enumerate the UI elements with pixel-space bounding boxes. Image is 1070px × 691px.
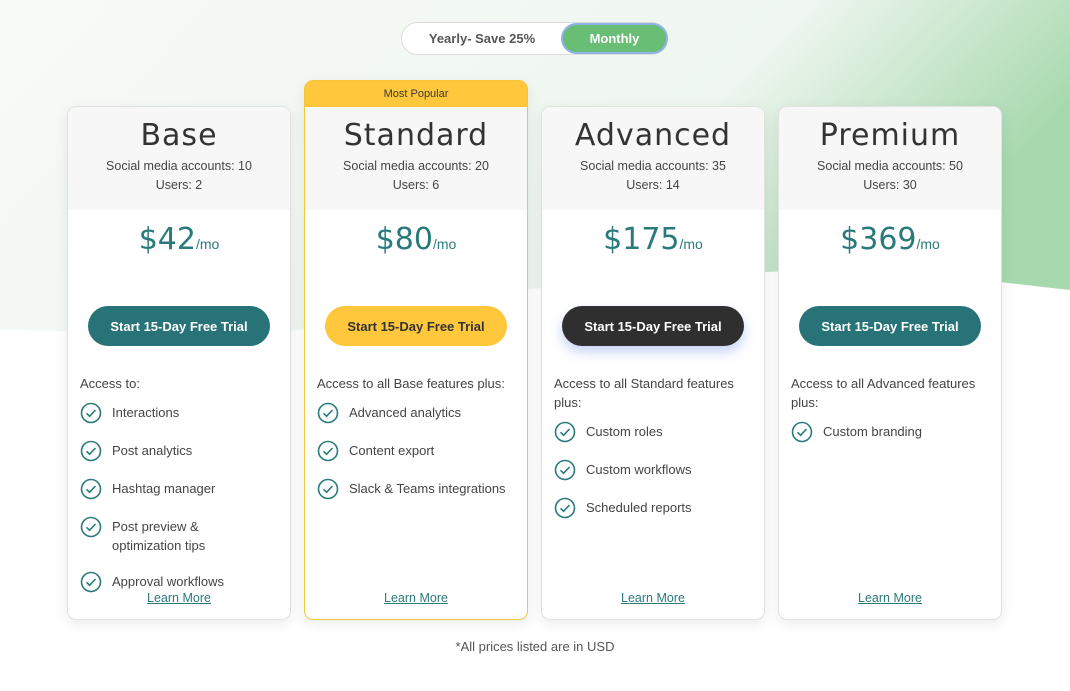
plan-header: Standard Social media accounts: 20 Users… bbox=[305, 107, 527, 210]
plan-name: Base bbox=[140, 118, 218, 153]
price-amount: $80 bbox=[375, 222, 433, 257]
check-circle-icon bbox=[80, 478, 102, 500]
plan-users: Users: 2 bbox=[155, 178, 203, 192]
plan-card-premium: Premium Social media accounts: 50 Users:… bbox=[778, 106, 1002, 620]
learn-more-link[interactable]: Learn More bbox=[305, 591, 527, 605]
plan-card-advanced: Advanced Social media accounts: 35 Users… bbox=[541, 106, 765, 620]
feature-text: Custom branding bbox=[823, 424, 922, 439]
billing-toggle: Yearly- Save 25% Monthly bbox=[401, 22, 668, 55]
check-circle-icon bbox=[554, 459, 576, 481]
feature-list: Access to: Interactions Post analytics H… bbox=[68, 374, 290, 593]
check-circle-icon bbox=[80, 402, 102, 424]
most-popular-badge: Most Popular bbox=[305, 81, 527, 107]
plan-header: Base Social media accounts: 10 Users: 2 bbox=[68, 107, 290, 210]
feature-item: Custom workflows bbox=[554, 459, 752, 481]
feature-item: Interactions bbox=[80, 402, 278, 424]
feature-text: Interactions bbox=[112, 405, 180, 420]
check-circle-icon bbox=[80, 516, 102, 538]
check-circle-icon bbox=[554, 421, 576, 443]
price-amount: $175 bbox=[603, 222, 680, 257]
feature-text: Scheduled reports bbox=[586, 500, 692, 515]
plan-card-base: Base Social media accounts: 10 Users: 2 … bbox=[67, 106, 291, 620]
feature-list: Access to all Advanced features plus: Cu… bbox=[779, 374, 1001, 443]
price-footnote: *All prices listed are in USD bbox=[455, 639, 615, 654]
feature-text: Custom workflows bbox=[586, 462, 692, 477]
price-amount: $42 bbox=[138, 222, 196, 257]
yearly-option[interactable]: Yearly- Save 25% bbox=[402, 23, 562, 54]
feature-text: Hashtag manager bbox=[112, 481, 216, 496]
check-circle-icon bbox=[791, 421, 813, 443]
access-label: Access to all Advanced features plus: bbox=[791, 376, 976, 410]
feature-item: Approval workflows bbox=[80, 571, 278, 593]
feature-item: Slack & Teams integrations bbox=[317, 478, 515, 500]
start-trial-button[interactable]: Start 15-Day Free Trial bbox=[325, 306, 507, 346]
monthly-option[interactable]: Monthly bbox=[561, 23, 668, 54]
plan-accounts: Social media accounts: 50 bbox=[817, 159, 963, 173]
plan-price: $369/mo bbox=[779, 222, 1001, 266]
plan-price: $175/mo bbox=[542, 222, 764, 266]
plan-name: Advanced bbox=[574, 118, 732, 153]
feature-text: Post analytics bbox=[112, 443, 193, 458]
feature-item: Scheduled reports bbox=[554, 497, 752, 519]
feature-text: Content export bbox=[349, 443, 435, 458]
check-circle-icon bbox=[317, 402, 339, 424]
feature-item: Content export bbox=[317, 440, 515, 462]
plan-name: Premium bbox=[819, 118, 961, 153]
feature-item: Hashtag manager bbox=[80, 478, 278, 500]
price-period: /mo bbox=[916, 236, 940, 252]
access-label: Access to all Base features plus: bbox=[317, 376, 505, 391]
check-circle-icon bbox=[80, 440, 102, 462]
price-period: /mo bbox=[432, 236, 457, 252]
learn-more-link[interactable]: Learn More bbox=[68, 591, 290, 605]
access-label: Access to: bbox=[80, 376, 140, 391]
feature-text: Custom roles bbox=[586, 424, 663, 439]
plan-name: Standard bbox=[343, 118, 489, 153]
plan-accounts: Social media accounts: 35 bbox=[580, 159, 726, 173]
check-circle-icon bbox=[554, 497, 576, 519]
start-trial-button[interactable]: Start 15-Day Free Trial bbox=[88, 306, 270, 346]
feature-text: Post preview & optimization tips bbox=[112, 519, 206, 553]
learn-more-link[interactable]: Learn More bbox=[779, 591, 1001, 605]
feature-item: Advanced analytics bbox=[317, 402, 515, 424]
check-circle-icon bbox=[80, 571, 102, 593]
start-trial-button[interactable]: Start 15-Day Free Trial bbox=[562, 306, 744, 346]
price-amount: $369 bbox=[840, 222, 917, 257]
check-circle-icon bbox=[317, 478, 339, 500]
plan-price: $42/mo bbox=[68, 222, 290, 266]
plan-accounts: Social media accounts: 10 bbox=[106, 159, 252, 173]
feature-item: Custom branding bbox=[791, 421, 989, 443]
plan-users: Users: 30 bbox=[863, 178, 917, 192]
feature-text: Advanced analytics bbox=[349, 405, 462, 420]
price-period: /mo bbox=[195, 236, 220, 252]
feature-text: Approval workflows bbox=[112, 574, 224, 589]
start-trial-button[interactable]: Start 15-Day Free Trial bbox=[799, 306, 981, 346]
feature-text: Slack & Teams integrations bbox=[349, 481, 506, 496]
plan-header: Premium Social media accounts: 50 Users:… bbox=[779, 107, 1001, 210]
plan-price: $80/mo bbox=[305, 222, 527, 266]
access-label: Access to all Standard features plus: bbox=[554, 376, 734, 410]
plan-users: Users: 14 bbox=[626, 178, 680, 192]
plan-users: Users: 6 bbox=[392, 178, 440, 192]
plan-accounts: Social media accounts: 20 bbox=[343, 159, 489, 173]
feature-list: Access to all Base features plus: Advanc… bbox=[305, 374, 527, 500]
check-circle-icon bbox=[317, 440, 339, 462]
feature-item: Custom roles bbox=[554, 421, 752, 443]
feature-item: Post preview & optimization tips bbox=[80, 516, 278, 555]
feature-list: Access to all Standard features plus: Cu… bbox=[542, 374, 764, 519]
learn-more-link[interactable]: Learn More bbox=[542, 591, 764, 605]
feature-item: Post analytics bbox=[80, 440, 278, 462]
plan-header: Advanced Social media accounts: 35 Users… bbox=[542, 107, 764, 210]
plan-card-standard: Most Popular Standard Social media accou… bbox=[304, 80, 528, 620]
price-period: /mo bbox=[679, 236, 703, 252]
